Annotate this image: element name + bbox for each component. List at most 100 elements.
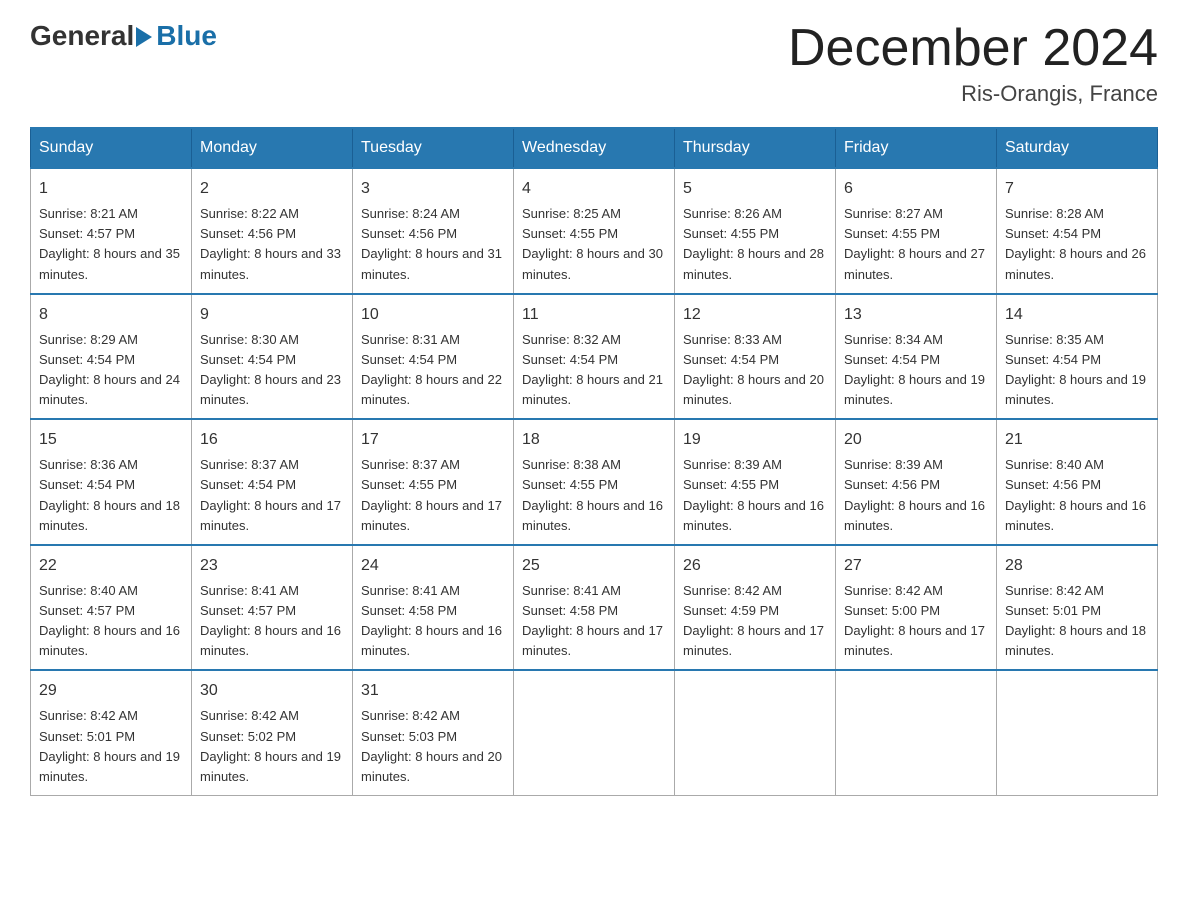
calendar-cell: 22 Sunrise: 8:40 AMSunset: 4:57 PMDaylig… <box>31 545 192 671</box>
calendar-cell <box>997 670 1158 795</box>
day-info: Sunrise: 8:42 AMSunset: 5:01 PMDaylight:… <box>39 708 180 783</box>
day-number: 26 <box>683 554 827 578</box>
calendar-cell: 26 Sunrise: 8:42 AMSunset: 4:59 PMDaylig… <box>675 545 836 671</box>
day-number: 14 <box>1005 303 1149 327</box>
header-monday: Monday <box>192 128 353 168</box>
day-number: 22 <box>39 554 183 578</box>
day-number: 19 <box>683 428 827 452</box>
calendar-cell: 12 Sunrise: 8:33 AMSunset: 4:54 PMDaylig… <box>675 294 836 420</box>
day-info: Sunrise: 8:39 AMSunset: 4:55 PMDaylight:… <box>683 457 824 532</box>
day-number: 29 <box>39 679 183 703</box>
day-info: Sunrise: 8:42 AMSunset: 5:01 PMDaylight:… <box>1005 583 1146 658</box>
calendar-week-row: 29 Sunrise: 8:42 AMSunset: 5:01 PMDaylig… <box>31 670 1158 795</box>
weekday-header-row: Sunday Monday Tuesday Wednesday Thursday… <box>31 128 1158 168</box>
day-info: Sunrise: 8:26 AMSunset: 4:55 PMDaylight:… <box>683 206 824 281</box>
day-info: Sunrise: 8:25 AMSunset: 4:55 PMDaylight:… <box>522 206 663 281</box>
calendar-cell: 20 Sunrise: 8:39 AMSunset: 4:56 PMDaylig… <box>836 419 997 545</box>
header-saturday: Saturday <box>997 128 1158 168</box>
calendar-cell: 5 Sunrise: 8:26 AMSunset: 4:55 PMDayligh… <box>675 168 836 294</box>
location-text: Ris-Orangis, France <box>788 81 1158 107</box>
day-number: 15 <box>39 428 183 452</box>
day-number: 23 <box>200 554 344 578</box>
day-info: Sunrise: 8:33 AMSunset: 4:54 PMDaylight:… <box>683 332 824 407</box>
day-info: Sunrise: 8:41 AMSunset: 4:58 PMDaylight:… <box>522 583 663 658</box>
calendar-cell: 21 Sunrise: 8:40 AMSunset: 4:56 PMDaylig… <box>997 419 1158 545</box>
logo-general-text: General <box>30 20 134 52</box>
calendar-cell <box>514 670 675 795</box>
calendar-cell: 8 Sunrise: 8:29 AMSunset: 4:54 PMDayligh… <box>31 294 192 420</box>
calendar-cell: 3 Sunrise: 8:24 AMSunset: 4:56 PMDayligh… <box>353 168 514 294</box>
day-number: 6 <box>844 177 988 201</box>
day-number: 10 <box>361 303 505 327</box>
day-number: 2 <box>200 177 344 201</box>
day-info: Sunrise: 8:30 AMSunset: 4:54 PMDaylight:… <box>200 332 341 407</box>
day-info: Sunrise: 8:41 AMSunset: 4:57 PMDaylight:… <box>200 583 341 658</box>
title-section: December 2024 Ris-Orangis, France <box>788 20 1158 107</box>
calendar-cell: 15 Sunrise: 8:36 AMSunset: 4:54 PMDaylig… <box>31 419 192 545</box>
day-info: Sunrise: 8:36 AMSunset: 4:54 PMDaylight:… <box>39 457 180 532</box>
calendar-week-row: 15 Sunrise: 8:36 AMSunset: 4:54 PMDaylig… <box>31 419 1158 545</box>
calendar-cell: 17 Sunrise: 8:37 AMSunset: 4:55 PMDaylig… <box>353 419 514 545</box>
day-number: 13 <box>844 303 988 327</box>
logo-blue-part: Blue <box>134 20 217 52</box>
day-info: Sunrise: 8:42 AMSunset: 4:59 PMDaylight:… <box>683 583 824 658</box>
calendar-cell: 1 Sunrise: 8:21 AMSunset: 4:57 PMDayligh… <box>31 168 192 294</box>
day-info: Sunrise: 8:32 AMSunset: 4:54 PMDaylight:… <box>522 332 663 407</box>
day-number: 17 <box>361 428 505 452</box>
day-number: 31 <box>361 679 505 703</box>
calendar-cell: 16 Sunrise: 8:37 AMSunset: 4:54 PMDaylig… <box>192 419 353 545</box>
calendar-cell: 6 Sunrise: 8:27 AMSunset: 4:55 PMDayligh… <box>836 168 997 294</box>
logo-blue-text: Blue <box>156 20 217 52</box>
day-number: 7 <box>1005 177 1149 201</box>
day-number: 1 <box>39 177 183 201</box>
calendar-cell: 13 Sunrise: 8:34 AMSunset: 4:54 PMDaylig… <box>836 294 997 420</box>
calendar-cell: 4 Sunrise: 8:25 AMSunset: 4:55 PMDayligh… <box>514 168 675 294</box>
day-number: 24 <box>361 554 505 578</box>
calendar-cell: 27 Sunrise: 8:42 AMSunset: 5:00 PMDaylig… <box>836 545 997 671</box>
day-number: 27 <box>844 554 988 578</box>
calendar-cell: 9 Sunrise: 8:30 AMSunset: 4:54 PMDayligh… <box>192 294 353 420</box>
day-number: 5 <box>683 177 827 201</box>
calendar-week-row: 1 Sunrise: 8:21 AMSunset: 4:57 PMDayligh… <box>31 168 1158 294</box>
day-info: Sunrise: 8:35 AMSunset: 4:54 PMDaylight:… <box>1005 332 1146 407</box>
calendar-cell <box>675 670 836 795</box>
logo-arrow-icon <box>136 27 152 47</box>
calendar-cell: 18 Sunrise: 8:38 AMSunset: 4:55 PMDaylig… <box>514 419 675 545</box>
calendar-cell: 2 Sunrise: 8:22 AMSunset: 4:56 PMDayligh… <box>192 168 353 294</box>
day-info: Sunrise: 8:40 AMSunset: 4:56 PMDaylight:… <box>1005 457 1146 532</box>
calendar-cell: 28 Sunrise: 8:42 AMSunset: 5:01 PMDaylig… <box>997 545 1158 671</box>
header-sunday: Sunday <box>31 128 192 168</box>
calendar-cell: 24 Sunrise: 8:41 AMSunset: 4:58 PMDaylig… <box>353 545 514 671</box>
calendar-cell: 23 Sunrise: 8:41 AMSunset: 4:57 PMDaylig… <box>192 545 353 671</box>
day-info: Sunrise: 8:29 AMSunset: 4:54 PMDaylight:… <box>39 332 180 407</box>
calendar-cell: 31 Sunrise: 8:42 AMSunset: 5:03 PMDaylig… <box>353 670 514 795</box>
calendar-cell <box>836 670 997 795</box>
day-info: Sunrise: 8:21 AMSunset: 4:57 PMDaylight:… <box>39 206 180 281</box>
calendar-cell: 25 Sunrise: 8:41 AMSunset: 4:58 PMDaylig… <box>514 545 675 671</box>
day-info: Sunrise: 8:27 AMSunset: 4:55 PMDaylight:… <box>844 206 985 281</box>
day-number: 18 <box>522 428 666 452</box>
day-number: 20 <box>844 428 988 452</box>
day-number: 21 <box>1005 428 1149 452</box>
day-info: Sunrise: 8:42 AMSunset: 5:03 PMDaylight:… <box>361 708 502 783</box>
calendar-cell: 14 Sunrise: 8:35 AMSunset: 4:54 PMDaylig… <box>997 294 1158 420</box>
day-info: Sunrise: 8:37 AMSunset: 4:55 PMDaylight:… <box>361 457 502 532</box>
day-number: 28 <box>1005 554 1149 578</box>
day-number: 25 <box>522 554 666 578</box>
day-info: Sunrise: 8:24 AMSunset: 4:56 PMDaylight:… <box>361 206 502 281</box>
day-info: Sunrise: 8:42 AMSunset: 5:02 PMDaylight:… <box>200 708 341 783</box>
day-number: 9 <box>200 303 344 327</box>
day-info: Sunrise: 8:38 AMSunset: 4:55 PMDaylight:… <box>522 457 663 532</box>
calendar-cell: 10 Sunrise: 8:31 AMSunset: 4:54 PMDaylig… <box>353 294 514 420</box>
header-tuesday: Tuesday <box>353 128 514 168</box>
day-number: 11 <box>522 303 666 327</box>
day-info: Sunrise: 8:28 AMSunset: 4:54 PMDaylight:… <box>1005 206 1146 281</box>
header-wednesday: Wednesday <box>514 128 675 168</box>
day-info: Sunrise: 8:41 AMSunset: 4:58 PMDaylight:… <box>361 583 502 658</box>
calendar-cell: 7 Sunrise: 8:28 AMSunset: 4:54 PMDayligh… <box>997 168 1158 294</box>
day-number: 3 <box>361 177 505 201</box>
day-info: Sunrise: 8:31 AMSunset: 4:54 PMDaylight:… <box>361 332 502 407</box>
page-header: General Blue December 2024 Ris-Orangis, … <box>30 20 1158 107</box>
header-thursday: Thursday <box>675 128 836 168</box>
day-number: 8 <box>39 303 183 327</box>
